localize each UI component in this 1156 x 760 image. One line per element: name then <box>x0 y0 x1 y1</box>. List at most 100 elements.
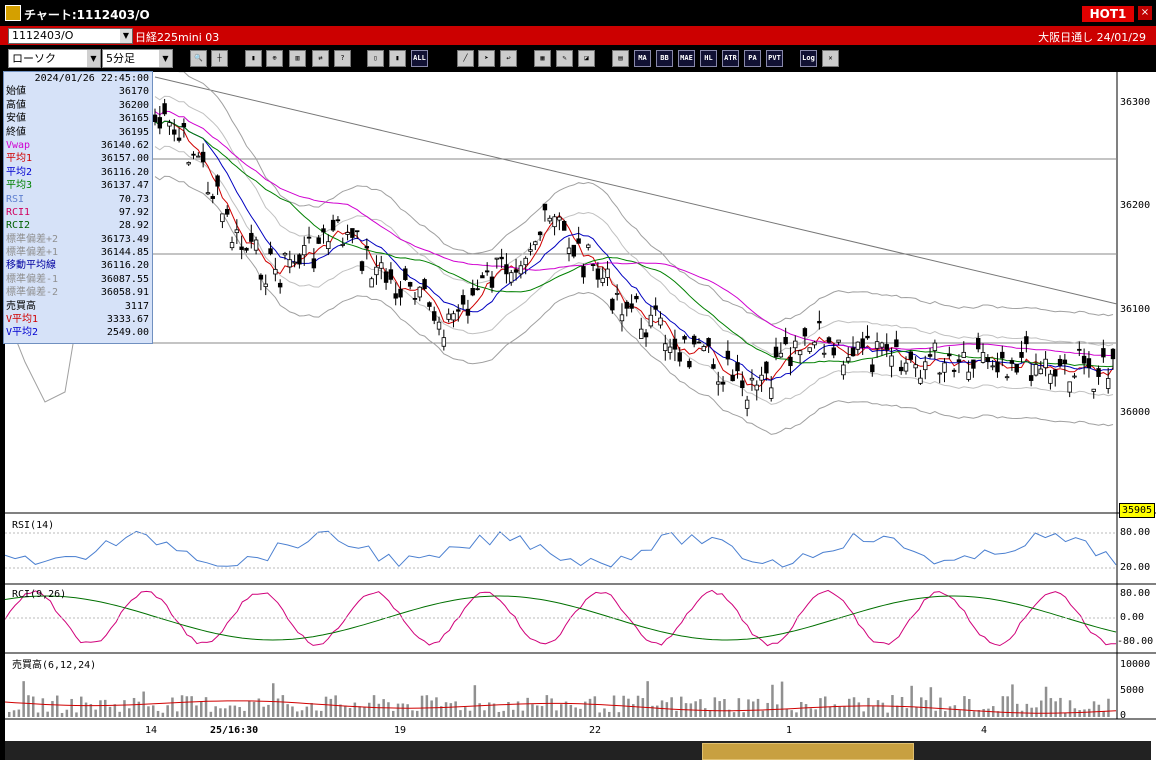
price-tick: 36100 <box>1120 304 1151 315</box>
parabolic-button[interactable]: PA RA <box>744 50 761 67</box>
volume-bar <box>867 697 870 717</box>
volume-bar <box>108 706 112 717</box>
candle-body <box>725 350 731 360</box>
crosshair-icon[interactable]: ┼ <box>211 50 228 67</box>
symbol-code-select[interactable]: 1112403/O ▼ <box>8 28 133 44</box>
symbol-name: 日経225mini 03 <box>135 31 220 44</box>
volume-bar <box>958 710 961 717</box>
candle-body <box>234 229 240 234</box>
search-icon[interactable]: 🔍 <box>190 50 207 67</box>
candle-body <box>196 155 201 158</box>
close-chart-icon[interactable]: ✕ <box>822 50 839 67</box>
volume-bar <box>944 711 947 717</box>
volume-bar <box>161 712 165 717</box>
volume-bar <box>468 710 472 717</box>
pvt-button[interactable]: PVT <box>766 50 783 67</box>
all-button[interactable]: ALL <box>411 50 428 67</box>
time-scrollbar[interactable] <box>5 741 1151 760</box>
volume-bar <box>27 695 30 717</box>
info-value: 36137.47 <box>100 180 149 192</box>
candle-icon[interactable]: ▮ <box>245 50 262 67</box>
candle-body <box>239 246 244 250</box>
volume-bar <box>809 708 813 717</box>
candle-body <box>807 347 812 352</box>
bar-icon[interactable]: ▥ <box>289 50 306 67</box>
candle-body <box>277 282 283 288</box>
volume-bar <box>416 710 419 717</box>
candle-body <box>937 372 942 375</box>
volume-bar <box>320 710 323 717</box>
info-row: 終値 36195 <box>4 126 152 139</box>
info-row: 標準偏差-1 36087.55 <box>4 273 152 286</box>
hl-button[interactable]: HL <box>700 50 717 67</box>
candle-body <box>340 244 345 246</box>
candle-body <box>345 232 350 235</box>
candle-body <box>306 236 312 239</box>
candle-down-icon[interactable]: ▮ <box>389 50 406 67</box>
chart-type-select[interactable]: ローソク ▼ <box>8 49 101 68</box>
candle-body <box>629 303 634 309</box>
candle-body <box>802 328 808 337</box>
candle-body <box>663 343 668 352</box>
candle-body <box>263 283 268 288</box>
volume-bar <box>1068 700 1072 717</box>
candle-body <box>499 256 504 260</box>
swap-icon[interactable]: ⇄ <box>312 50 329 67</box>
candle-body <box>330 219 336 231</box>
log-button[interactable]: Log <box>800 50 817 67</box>
candle-body <box>619 314 625 322</box>
candle-body <box>894 339 899 348</box>
volume-bar <box>593 696 597 717</box>
cursor-icon[interactable]: ➤ <box>478 50 495 67</box>
chart-app-icon <box>5 5 21 21</box>
candle-body <box>1077 348 1082 351</box>
candle-body <box>167 122 172 127</box>
atr-button[interactable]: ATR <box>722 50 739 67</box>
bb-button[interactable]: BB <box>656 50 673 67</box>
close-icon[interactable]: × <box>1138 6 1152 20</box>
candle-body <box>523 257 528 266</box>
volume-bar <box>1064 712 1067 717</box>
x-label: 4 <box>981 725 988 736</box>
wrench-icon[interactable]: ✎ <box>556 50 573 67</box>
mae-button[interactable]: MAE <box>678 50 695 67</box>
volume-bar <box>603 708 606 717</box>
volume-bar <box>180 695 184 717</box>
help-icon[interactable]: ? <box>334 50 351 67</box>
pattern-icon[interactable]: ▦ <box>534 50 551 67</box>
candle-body <box>1101 348 1106 358</box>
candle-body <box>460 295 466 305</box>
candle-body <box>1033 364 1039 376</box>
undo-icon[interactable]: ↩ <box>500 50 517 67</box>
chevron-down-icon[interactable]: ▼ <box>159 50 172 67</box>
candle-body <box>282 253 288 256</box>
candle-body <box>956 359 962 363</box>
volume-bar <box>545 695 549 717</box>
color-icon[interactable]: ◪ <box>578 50 595 67</box>
info-label: RCI1 <box>6 206 31 218</box>
ma-button[interactable]: MA <box>634 50 651 67</box>
info-row: 標準偏差+1 36144.85 <box>4 246 152 259</box>
line-tool-icon[interactable]: ╱ <box>457 50 474 67</box>
candle-body <box>990 365 995 368</box>
candle-body <box>321 228 326 233</box>
candle-body <box>181 123 187 128</box>
candle-up-icon[interactable]: ▯ <box>367 50 384 67</box>
volume-bar <box>1107 698 1110 717</box>
volume-bar <box>209 711 213 717</box>
candle-body <box>918 377 923 384</box>
magnify-icon[interactable]: ⊕ <box>266 50 283 67</box>
period-select[interactable]: 5分足 ▼ <box>102 49 173 68</box>
volume-bar <box>713 697 717 717</box>
grid-icon[interactable]: ▤ <box>612 50 629 67</box>
info-row: V平均2 2549.00 <box>4 326 152 339</box>
chart-canvas[interactable] <box>5 72 1156 760</box>
hot-button[interactable]: HOT1 <box>1082 6 1134 22</box>
chevron-down-icon[interactable]: ▼ <box>120 29 132 43</box>
candle-body <box>225 208 230 215</box>
info-label: 標準偏差+2 <box>6 233 59 245</box>
volume-bar <box>843 706 846 717</box>
volume-bar <box>65 709 69 717</box>
chevron-down-icon[interactable]: ▼ <box>87 50 100 67</box>
scrollbar-thumb[interactable] <box>702 743 914 760</box>
